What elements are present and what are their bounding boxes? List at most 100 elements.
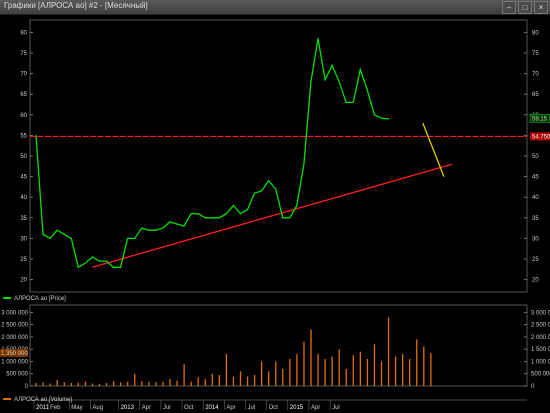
price-point: [239, 213, 242, 215]
price-point: [225, 213, 227, 215]
price-point: [268, 180, 270, 182]
volume-bar: [253, 374, 256, 386]
price-point: [169, 221, 171, 223]
price-ytick-label-right: 50: [532, 154, 539, 160]
price-point: [77, 266, 79, 268]
price-point: [253, 192, 256, 194]
volume-bar: [120, 382, 122, 386]
price-ytick-label-left: 30: [20, 236, 27, 242]
price-axes: 2020252530303535404045455050555560606565…: [20, 30, 539, 283]
price-ytick-label-left: 80: [20, 30, 27, 36]
volume-bar: [63, 382, 65, 386]
price-point: [98, 260, 101, 262]
price-point: [331, 64, 333, 66]
time-axis-label: Jul: [248, 405, 256, 411]
volume-bar: [282, 368, 284, 386]
volume-ytick-label-left: 2 500 000: [1, 323, 28, 329]
price-point: [282, 217, 284, 219]
volume-bar: [338, 349, 340, 386]
price-point: [303, 163, 305, 165]
price-point: [296, 204, 298, 207]
volume-ytick-label-right: 3 000 000: [531, 310, 550, 316]
price-point: [380, 117, 383, 119]
price-ytick-label-left: 20: [20, 278, 27, 284]
volume-ytick-label-right: 1 000 000: [531, 359, 550, 365]
volume-bar: [409, 359, 411, 386]
volume-bar: [317, 354, 319, 386]
price-point: [56, 229, 58, 231]
price-ytick-label-right: 25: [532, 257, 539, 263]
volume-bar: [211, 373, 213, 386]
volume-ytick-label-right: 1 500 000: [531, 347, 550, 353]
price-point: [105, 260, 108, 262]
volume-ytick-label-left: 2 000 000: [1, 335, 28, 341]
volume-panel-frame: [29, 304, 528, 387]
price-point: [84, 262, 86, 264]
price-ytick-label-right: 40: [532, 195, 539, 201]
volume-ytick-label-right: 2 500 000: [531, 323, 550, 329]
volume-bar: [387, 317, 390, 386]
volume-bar: [246, 376, 249, 386]
price-point: [112, 266, 115, 268]
volume-bar: [268, 371, 270, 386]
price-ytick-label-right: 70: [532, 72, 539, 78]
volume-bar: [105, 383, 108, 386]
volume-bar: [162, 381, 164, 386]
volume-bar: [218, 374, 220, 386]
volume-ytick-label-right: 500 000: [531, 372, 550, 378]
price-ytick-label-left: 50: [20, 154, 27, 160]
volume-bar: [77, 382, 79, 386]
volume-bar: [289, 359, 291, 386]
volume-ytick-label-left: 3 000 000: [1, 310, 28, 316]
volume-bar: [296, 354, 298, 386]
price-ytick-label-right: 20: [532, 278, 539, 284]
volume-bar: [56, 379, 58, 386]
time-axis-label: 2015: [290, 405, 304, 411]
price-point: [42, 233, 44, 235]
time-axis-label: Oct: [184, 405, 194, 411]
volume-bar: [232, 376, 235, 386]
volume-bar: [169, 379, 171, 386]
volume-bar: [366, 359, 369, 386]
level-label: 54.750: [532, 134, 550, 140]
volume-ytick-label-left: 1 000 000: [1, 359, 28, 365]
volume-bar: [197, 377, 199, 386]
volume-bar: [430, 352, 432, 386]
volume-bar: [35, 383, 37, 386]
price-point: [373, 114, 375, 116]
volume-bar: [380, 361, 383, 386]
time-axis-label: Apr: [311, 405, 320, 411]
price-point: [232, 204, 234, 207]
time-axis-label: 2014: [205, 405, 219, 411]
price-point: [352, 101, 354, 104]
price-marks: 54.750 59.15: [30, 37, 550, 269]
volume-bar: [91, 383, 94, 386]
time-axis-label: Feb: [50, 405, 61, 411]
price-ytick-label-right: 65: [532, 92, 539, 98]
price-point: [155, 229, 157, 231]
price-ytick-label-right: 35: [532, 216, 539, 222]
price-point: [317, 37, 319, 40]
volume-bar: [310, 329, 312, 386]
volume-bar: [345, 368, 347, 386]
price-ytick-label-right: 75: [532, 51, 539, 57]
volume-bar: [112, 381, 115, 386]
price-point: [310, 81, 312, 83]
time-axis-label: Oct: [269, 405, 279, 411]
volume-bar: [352, 355, 354, 386]
time-axis-label: 2011: [36, 405, 50, 411]
volume-bar: [141, 381, 143, 386]
price-point: [141, 227, 143, 229]
price-point: [211, 217, 213, 219]
price-point: [190, 213, 192, 215]
time-axis: 2011 Feb May Aug 2013 Apr Jul Oct 2014 Apr Jul Oct 2…: [30, 399, 527, 411]
volume-bar: [275, 361, 277, 386]
price-point: [183, 225, 185, 227]
price-point: [127, 237, 129, 240]
price-point: [359, 68, 361, 71]
volume-bar: [183, 363, 185, 386]
price-ytick-label-left: 45: [20, 175, 27, 181]
price-ytick-label-left: 35: [20, 216, 27, 222]
price-point: [345, 101, 347, 104]
price-point: [218, 217, 220, 219]
